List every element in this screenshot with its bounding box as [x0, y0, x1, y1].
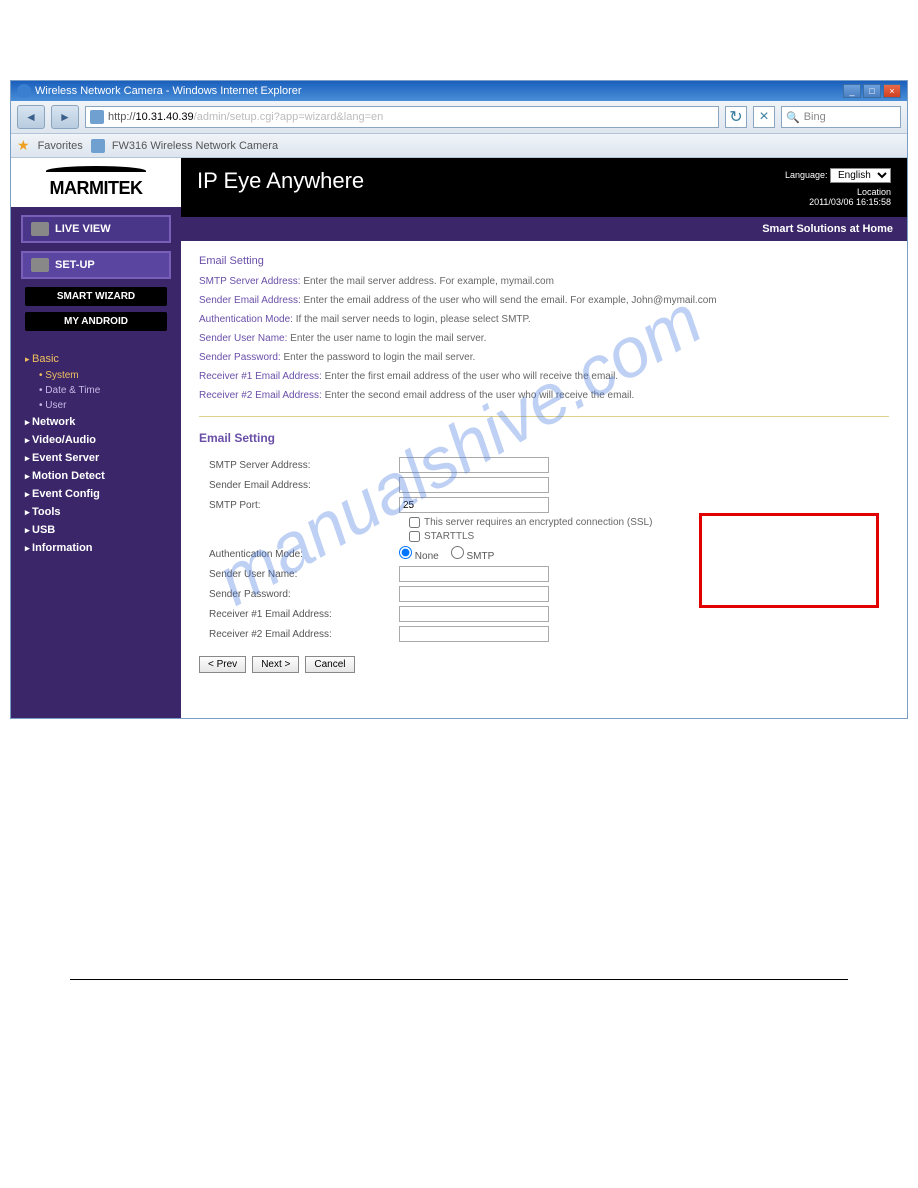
titlebar: Wireless Network Camera - Windows Intern… — [11, 81, 907, 101]
sender-pass-input[interactable] — [399, 586, 549, 602]
menu-basic-datetime[interactable]: Date & Time — [39, 383, 167, 398]
page-header: IP Eye Anywhere Language: English Locati… — [181, 158, 907, 217]
help-section: Email Setting SMTP Server Address: Enter… — [199, 255, 889, 402]
sender-pass-label: Sender Password: — [199, 589, 399, 600]
form-title: Email Setting — [199, 431, 889, 445]
ie-icon — [17, 84, 31, 98]
recv2-input[interactable] — [399, 626, 549, 642]
annotation-box — [699, 513, 879, 608]
setup-label: SET-UP — [55, 259, 95, 271]
url-prefix: http:// — [108, 111, 136, 123]
menu-usb[interactable]: USB — [25, 521, 167, 539]
help-line: Sender Password: Enter the password to l… — [199, 351, 889, 364]
page-title: IP Eye Anywhere — [197, 168, 364, 194]
next-button[interactable]: Next > — [252, 656, 299, 673]
menu-basic-system[interactable]: System — [39, 368, 167, 383]
stop-button[interactable]: × — [753, 106, 775, 128]
starttls-label: STARTTLS — [424, 531, 474, 542]
menu-tools[interactable]: Tools — [25, 503, 167, 521]
recv1-label: Receiver #1 Email Address: — [199, 609, 399, 620]
window-controls: _ □ × — [843, 84, 901, 98]
sender-user-label: Sender User Name: — [199, 569, 399, 580]
back-button[interactable]: ◄ — [17, 105, 45, 129]
logo: MARMITEK — [11, 158, 181, 207]
help-line: SMTP Server Address: Enter the mail serv… — [199, 275, 889, 288]
fav-page-icon — [91, 139, 105, 153]
help-line: Receiver #1 Email Address: Enter the fir… — [199, 370, 889, 383]
tagline: Smart Solutions at Home — [181, 217, 907, 241]
page-footer-line — [70, 979, 848, 980]
maximize-button[interactable]: □ — [863, 84, 881, 98]
brand-name: MARMITEK — [17, 178, 175, 199]
help-line: Authentication Mode: If the mail server … — [199, 313, 889, 326]
auth-mode-label: Authentication Mode: — [199, 549, 399, 560]
search-placeholder: Bing — [804, 111, 826, 123]
my-android-button[interactable]: MY ANDROID — [25, 312, 167, 331]
refresh-button[interactable]: ↻ — [725, 106, 747, 128]
starttls-checkbox[interactable] — [409, 531, 420, 542]
auth-smtp-radio[interactable] — [451, 546, 464, 559]
menu-event-server[interactable]: Event Server — [25, 449, 167, 467]
camera-icon — [31, 222, 49, 236]
forward-button[interactable]: ► — [51, 105, 79, 129]
ssl-checkbox[interactable] — [409, 517, 420, 528]
body-content: Email Setting SMTP Server Address: Enter… — [181, 241, 907, 687]
cancel-button[interactable]: Cancel — [305, 656, 354, 673]
logo-roof-icon — [46, 166, 146, 176]
sidebar: MARMITEK LIVE VIEW SET-UP SMART WIZARD M… — [11, 158, 181, 718]
close-button[interactable]: × — [883, 84, 901, 98]
favorites-star-icon[interactable]: ★ — [17, 137, 30, 154]
language-label: Language: — [785, 170, 828, 180]
address-bar[interactable]: http:// 10.31.40.39 /admin/setup.cgi?app… — [85, 106, 719, 128]
language-select[interactable]: English — [830, 168, 891, 183]
smtp-port-label: SMTP Port: — [199, 500, 399, 511]
smtp-port-input[interactable] — [399, 497, 549, 513]
favorites-label: Favorites — [38, 140, 83, 152]
setup-button[interactable]: SET-UP — [21, 251, 171, 279]
browser-window: Wireless Network Camera - Windows Intern… — [10, 80, 908, 719]
sender-user-input[interactable] — [399, 566, 549, 582]
divider — [199, 416, 889, 417]
live-view-button[interactable]: LIVE VIEW — [21, 215, 171, 243]
menu-motion-detect[interactable]: Motion Detect — [25, 467, 167, 485]
fav-link-text: FW316 Wireless Network Camera — [112, 140, 278, 152]
menu-event-config[interactable]: Event Config — [25, 485, 167, 503]
smart-wizard-button[interactable]: SMART WIZARD — [25, 287, 167, 306]
menu-network[interactable]: Network — [25, 413, 167, 431]
ssl-label: This server requires an encrypted connec… — [424, 517, 652, 528]
prev-button[interactable]: < Prev — [199, 656, 246, 673]
favorite-link[interactable]: FW316 Wireless Network Camera — [91, 139, 278, 153]
recv1-input[interactable] — [399, 606, 549, 622]
datetime: 2011/03/06 16:15:58 — [785, 197, 891, 207]
smtp-server-label: SMTP Server Address: — [199, 460, 399, 471]
search-box[interactable]: 🔍 Bing — [781, 106, 901, 128]
live-view-label: LIVE VIEW — [55, 223, 111, 235]
url-path: /admin/setup.cgi?app=wizard&lang=en — [194, 111, 384, 123]
nav-toolbar: ◄ ► http:// 10.31.40.39 /admin/setup.cgi… — [11, 101, 907, 134]
auth-none-radio[interactable] — [399, 546, 412, 559]
minimize-button[interactable]: _ — [843, 84, 861, 98]
location-label: Location — [785, 187, 891, 197]
window-title: Wireless Network Camera - Windows Intern… — [35, 85, 302, 97]
menu-information[interactable]: Information — [25, 539, 167, 557]
url-host: 10.31.40.39 — [136, 111, 194, 123]
help-title: Email Setting — [199, 255, 889, 267]
wizard-buttons: < Prev Next > Cancel — [199, 656, 889, 673]
content-area: manualshive.com MARMITEK LIVE VIEW SET-U… — [11, 158, 907, 718]
wrench-icon — [31, 258, 49, 272]
sender-email-label: Sender Email Address: — [199, 480, 399, 491]
main-area: IP Eye Anywhere Language: English Locati… — [181, 158, 907, 718]
help-line: Sender User Name: Enter the user name to… — [199, 332, 889, 345]
help-line: Sender Email Address: Enter the email ad… — [199, 294, 889, 307]
menu-basic[interactable]: Basic — [25, 353, 167, 365]
menu-basic-user[interactable]: User — [39, 398, 167, 413]
favorites-bar: ★ Favorites FW316 Wireless Network Camer… — [11, 134, 907, 158]
menu-video-audio[interactable]: Video/Audio — [25, 431, 167, 449]
page-icon — [90, 110, 104, 124]
recv2-label: Receiver #2 Email Address: — [199, 629, 399, 640]
sender-email-input[interactable] — [399, 477, 549, 493]
smtp-server-input[interactable] — [399, 457, 549, 473]
help-line: Receiver #2 Email Address: Enter the sec… — [199, 389, 889, 402]
